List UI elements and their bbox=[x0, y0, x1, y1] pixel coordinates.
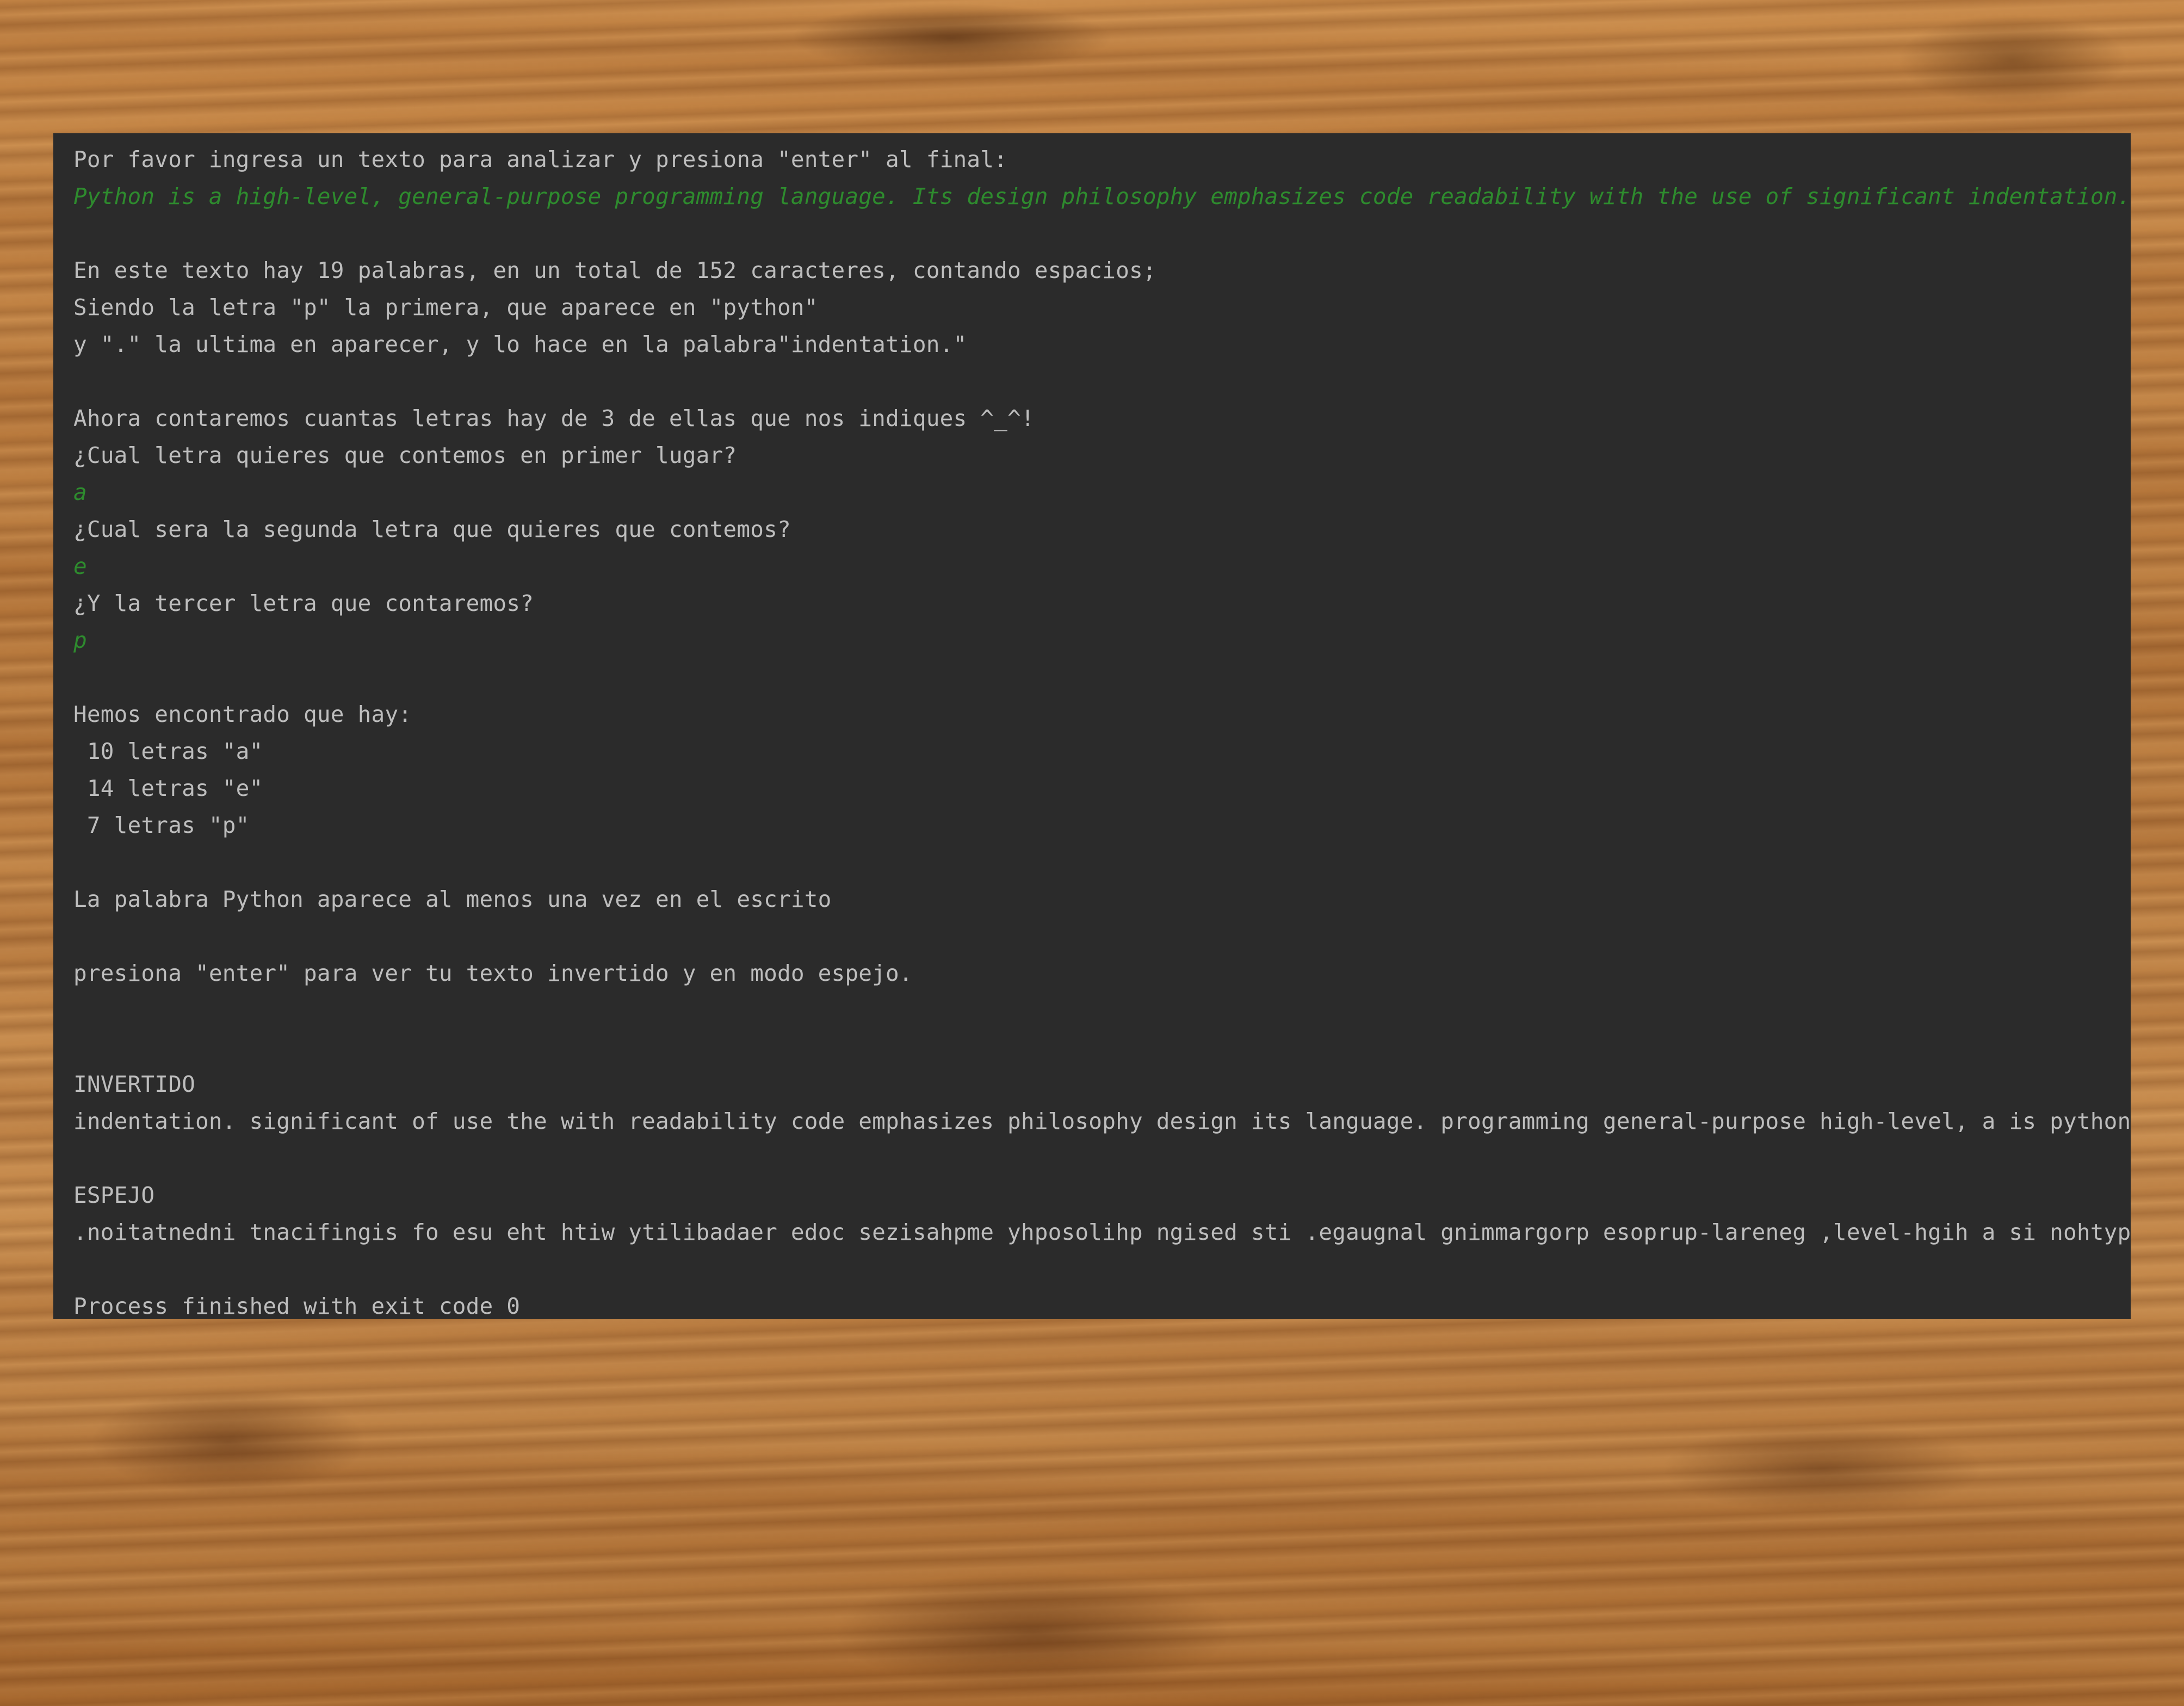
inverted-text-line: indentation. significant of use the with… bbox=[73, 1108, 2131, 1134]
user-answer-first-line: a bbox=[73, 479, 87, 505]
summary-words-line: En este texto hay 19 palabras, en un tot… bbox=[73, 257, 1156, 283]
press-enter-line: presiona "enter" para ver tu texto inver… bbox=[73, 960, 913, 986]
count-a-line: 10 letras "a" bbox=[73, 738, 263, 764]
summary-last-char-line: y "." la ultima en aparecer, y lo hace e… bbox=[73, 331, 967, 357]
count-e-line: 14 letras "e" bbox=[73, 775, 263, 801]
count-p-line: 7 letras "p" bbox=[73, 812, 250, 838]
blank-gap bbox=[73, 992, 2131, 1066]
user-answer-second-line: e bbox=[73, 553, 87, 579]
count-intro-line: Ahora contaremos cuantas letras hay de 3… bbox=[73, 405, 1035, 431]
user-input-text-line: Python is a high-level, general-purpose … bbox=[73, 183, 2131, 209]
run-console-output[interactable]: Por favor ingresa un texto para analizar… bbox=[53, 133, 2131, 1319]
python-found-line: La palabra Python aparece al menos una v… bbox=[73, 886, 832, 912]
mirror-text-line: .noitatnedni tnacifingis fo esu eht htiw… bbox=[73, 1219, 2131, 1245]
ask-first-letter-line: ¿Cual letra quieres que contemos en prim… bbox=[73, 442, 737, 468]
ask-second-letter-line: ¿Cual sera la segunda letra que quieres … bbox=[73, 516, 791, 542]
inverted-header-line: INVERTIDO bbox=[73, 1071, 195, 1097]
found-header-line: Hemos encontrado que hay: bbox=[73, 701, 412, 727]
ask-third-letter-line: ¿Y la tercer letra que contaremos? bbox=[73, 590, 534, 616]
exit-message-line: Process finished with exit code 0 bbox=[73, 1293, 521, 1319]
prompt-intro-line: Por favor ingresa un texto para analizar… bbox=[73, 146, 1008, 172]
summary-first-letter-line: Siendo la letra "p" la primera, que apar… bbox=[73, 294, 818, 320]
mirror-header-line: ESPEJO bbox=[73, 1182, 155, 1208]
user-answer-third-line: p bbox=[73, 627, 87, 653]
